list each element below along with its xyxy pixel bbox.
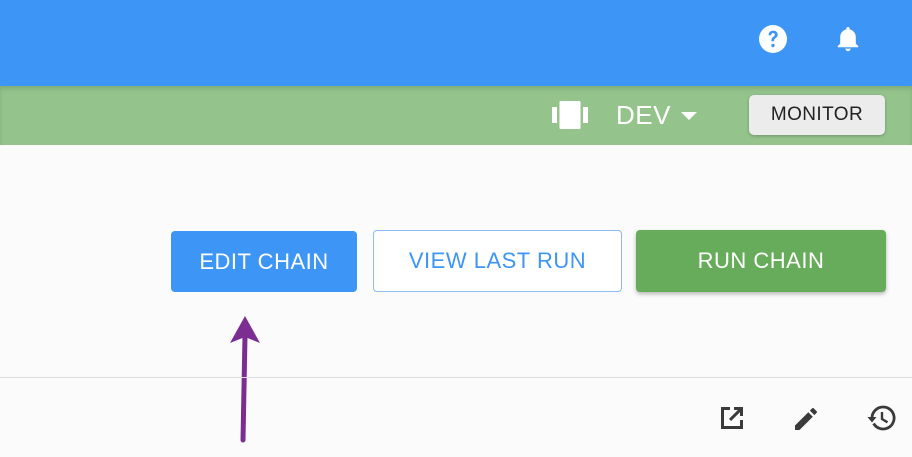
top-app-bar: [0, 0, 912, 86]
help-icon[interactable]: [756, 22, 790, 56]
edit-chain-button[interactable]: EDIT CHAIN: [171, 231, 357, 292]
notifications-bell-icon[interactable]: [831, 22, 865, 56]
edit-pencil-icon[interactable]: [791, 402, 823, 434]
environment-label: DEV: [616, 99, 671, 130]
view-last-run-button[interactable]: VIEW LAST RUN: [373, 230, 622, 292]
run-chain-button[interactable]: RUN CHAIN: [636, 230, 886, 292]
annotation-arrow: [226, 312, 266, 444]
environment-dropdown[interactable]: DEV: [616, 99, 697, 131]
open-in-new-icon[interactable]: [716, 402, 748, 434]
server-cluster-icon: [552, 101, 588, 129]
monitor-button[interactable]: MONITOR: [749, 95, 885, 135]
section-divider: [0, 377, 912, 378]
chevron-down-icon: [680, 112, 697, 120]
history-icon[interactable]: [866, 402, 898, 434]
